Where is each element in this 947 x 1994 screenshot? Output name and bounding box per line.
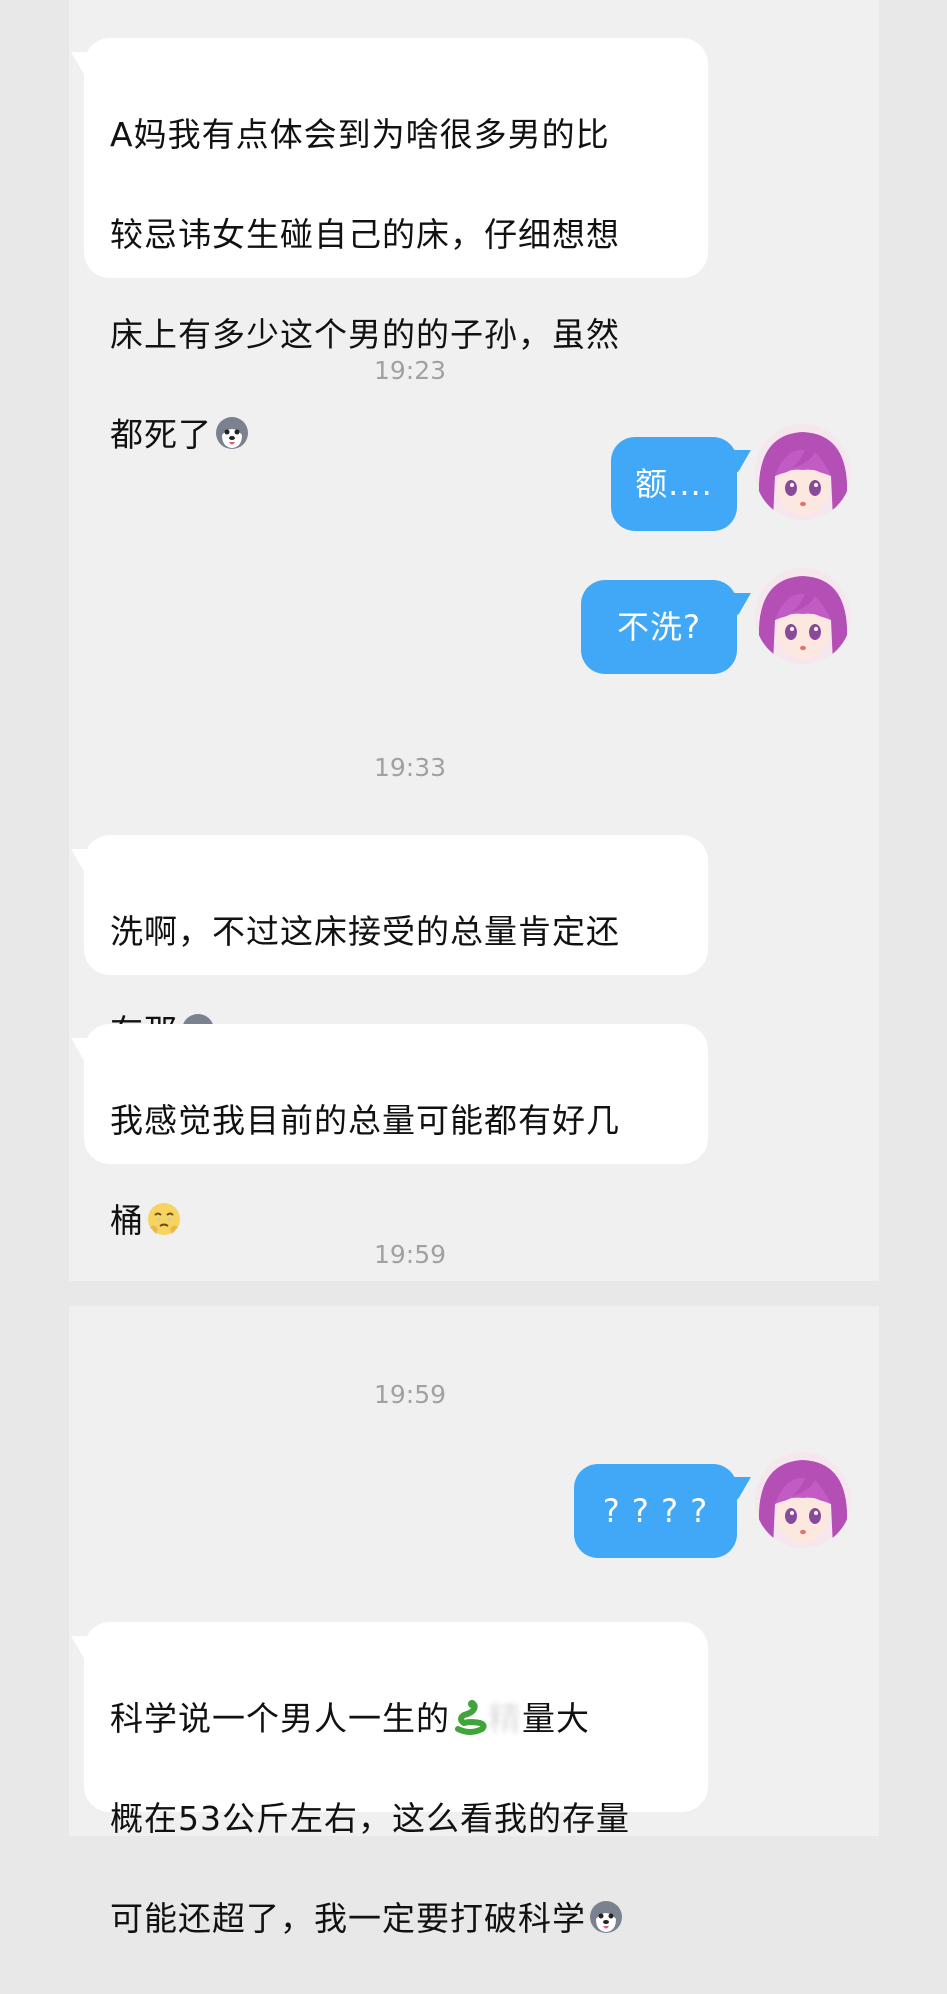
message-text: 额.... [635,465,713,503]
anime-girl-avatar-icon [755,1452,851,1548]
timestamp: 19:59 [373,1240,447,1269]
timestamp: 19:33 [373,753,447,782]
message-text-line: 桶 [110,1201,144,1240]
anime-girl-avatar-icon [755,424,851,520]
husky-face-emoji [216,417,248,449]
outgoing-message-bubble[interactable]: ? ? ? ? [574,1464,737,1558]
message-text-line: A妈我有点体会到为啥很多男的比 [110,115,610,154]
incoming-message-bubble[interactable]: 洗啊，不过这床接受的总量肯定还 在那 [84,835,708,1051]
husky-face-emoji [590,1901,622,1933]
incoming-message-bubble[interactable]: A妈我有点体会到为啥很多男的比 较忌讳女生碰自己的床，仔细想想 床上有多少这个男… [84,38,708,454]
outgoing-message-bubble[interactable]: 额.... [611,437,737,531]
holding-back-tears-emoji [148,1203,180,1235]
message-text-line: 概在53公斤左右，这么看我的存量 [110,1799,630,1838]
message-text-line: 我感觉我目前的总量可能都有好几 [110,1101,620,1140]
message-text-line: 洗啊，不过这床接受的总量肯定还 [110,912,620,951]
snake-emoji [455,1700,487,1735]
anime-girl-avatar-icon [755,568,851,664]
message-text: 不洗? [617,608,701,646]
message-text-line: 可能还超了，我一定要打破科学 [110,1899,586,1938]
message-text-line: 较忌讳女生碰自己的床，仔细想想 [110,215,620,254]
avatar[interactable] [755,1452,851,1548]
outgoing-message-bubble[interactable]: 不洗? [581,580,737,674]
message-text-line: 都死了 [110,415,212,454]
incoming-message-bubble[interactable]: 我感觉我目前的总量可能都有好几 桶 [84,1024,708,1240]
message-text-line: 量大 [522,1699,590,1738]
timestamp: 19:59 [373,1380,447,1409]
incoming-message-bubble[interactable]: 科学说一个男人一生的 精量大 概在53公斤左右，这么看我的存量 可能还超了，我一定… [84,1622,708,1938]
timestamp: 19:23 [373,356,447,385]
message-text-line: 床上有多少这个男的的子孙，虽然 [110,315,620,354]
message-text-line: 科学说一个男人一生的 [110,1699,450,1738]
blurred-character: 精 [488,1699,522,1738]
avatar[interactable] [755,424,851,520]
message-text: ? ? ? ? [602,1492,709,1530]
avatar[interactable] [755,568,851,664]
